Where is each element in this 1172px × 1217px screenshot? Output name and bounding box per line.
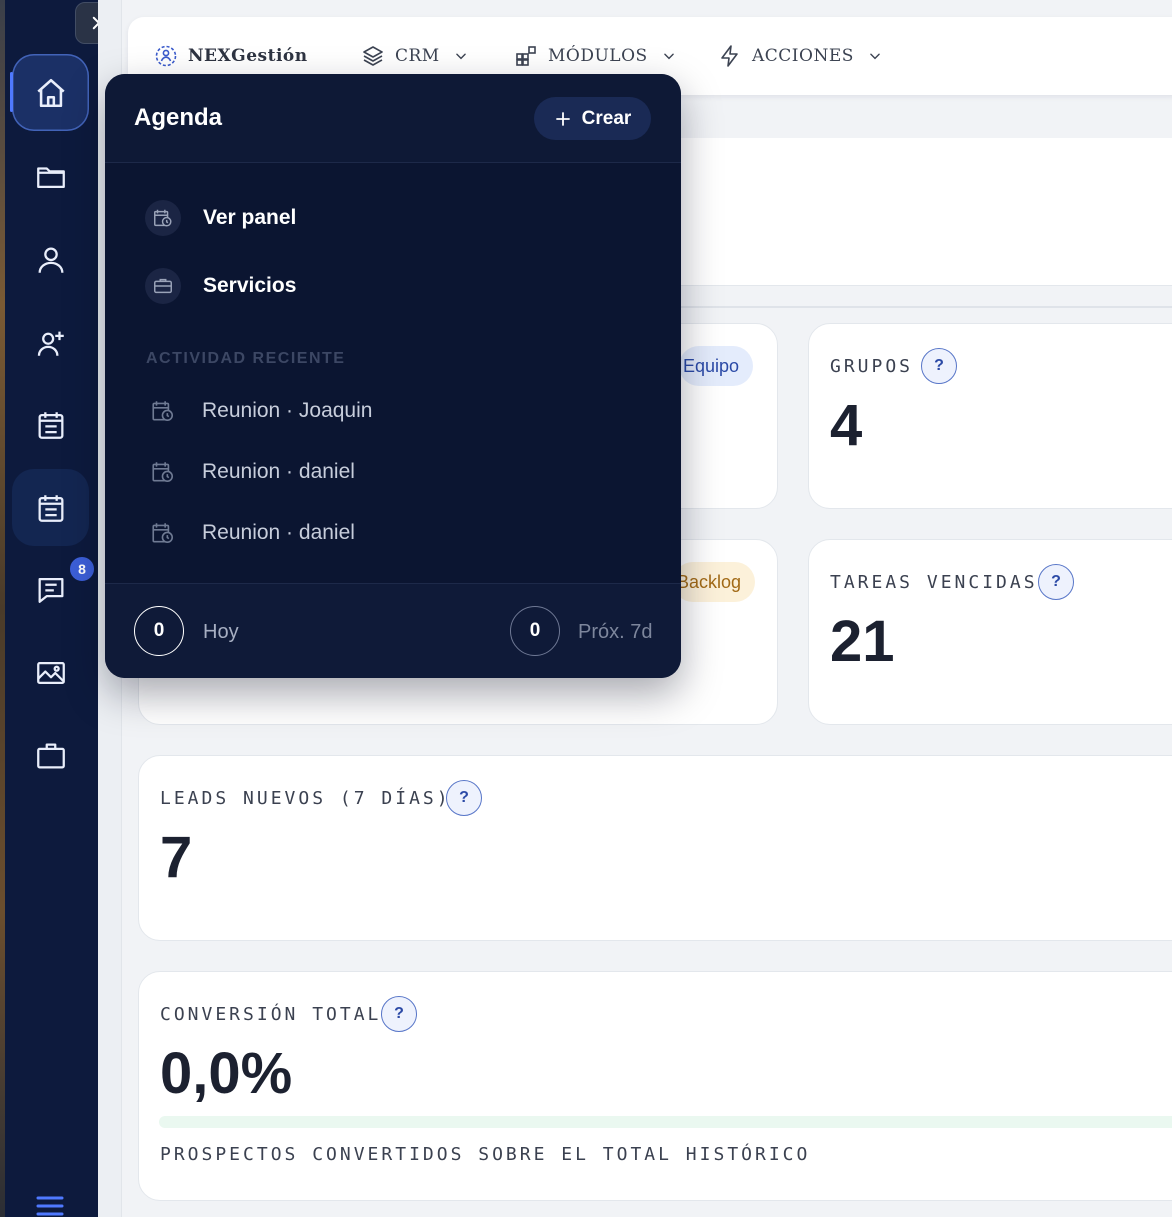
layers-icon — [363, 46, 383, 66]
crear-button[interactable]: Crear — [534, 97, 651, 140]
agenda-title: Agenda — [134, 104, 223, 131]
today-count: 0 — [134, 606, 184, 656]
briefcase-icon — [145, 268, 181, 304]
chip-backlog[interactable]: Backlog — [673, 562, 756, 602]
conversion-help-button[interactable]: ? — [381, 996, 417, 1032]
servicios-link[interactable]: Servicios — [145, 266, 296, 306]
grupos-value: 4 — [830, 393, 863, 458]
calendar-icon — [38, 494, 63, 522]
conversion-progress-bar — [159, 1116, 1172, 1128]
sidebar-item-add-user[interactable] — [12, 304, 89, 381]
chevron-down-icon — [663, 53, 674, 60]
sidebar: 8 — [5, 0, 98, 1217]
home-icon — [36, 78, 65, 107]
message-icon — [38, 577, 63, 603]
brand-logo-icon — [155, 45, 177, 67]
grupos-help-button[interactable]: ? — [921, 348, 957, 384]
today-label: Hoy — [203, 621, 239, 643]
chevron-down-icon — [870, 53, 880, 60]
sidebar-item-folder[interactable] — [12, 138, 89, 215]
leads-nuevos-card: LEADS NUEVOS (7 DÍAS) ? 7 — [138, 755, 1172, 941]
leads-nuevos-value: 7 — [160, 825, 193, 890]
chip-equipo[interactable]: Equipo — [679, 346, 754, 386]
user-icon — [38, 247, 63, 273]
tareas-vencidas-label: TAREAS VENCIDAS — [830, 572, 1038, 593]
calendar-clock-icon — [145, 200, 181, 236]
sidebar-item-agenda[interactable] — [12, 469, 89, 546]
chevron-down-icon — [455, 53, 466, 60]
ver-panel-label: Ver panel — [203, 206, 297, 229]
leads-nuevos-label: LEADS NUEVOS (7 DÍAS) — [160, 788, 451, 809]
sidebar-menu-button[interactable] — [35, 1193, 65, 1217]
tareas-vencidas-value: 21 — [830, 609, 895, 674]
plus-icon — [555, 111, 570, 126]
agenda-popover: Agenda Crear Ver panel Servicios ACTIVID… — [105, 74, 681, 678]
folder-icon — [36, 166, 65, 188]
tareas-vencidas-card: TAREAS VENCIDAS ? 21 — [808, 539, 1172, 725]
header-panel — [680, 138, 1172, 286]
image-icon — [36, 661, 65, 684]
conversion-caption: PROSPECTOS CONVERTIDOS SOBRE EL TOTAL HI… — [160, 1144, 811, 1165]
crear-label: Crear — [581, 107, 632, 129]
recent-activity-item[interactable]: Reunion · daniel — [150, 518, 355, 548]
recent-activity-item[interactable]: Reunion · daniel — [150, 457, 355, 487]
recent-activity-item[interactable]: Reunion · Joaquin — [150, 396, 372, 426]
recent-activity-label: Reunion · Joaquin — [202, 399, 373, 422]
sidebar-item-gallery[interactable] — [12, 634, 89, 711]
next-7-days-label: Próx. 7d — [578, 621, 653, 643]
section-divider — [680, 306, 1172, 308]
calendar-icon — [38, 411, 63, 439]
ver-panel-link[interactable]: Ver panel — [145, 198, 296, 238]
menu-acciones[interactable]: ACCIONES — [718, 17, 882, 95]
sidebar-item-calendar[interactable] — [12, 386, 89, 463]
grupos-label: GRUPOS — [830, 356, 914, 377]
agenda-popover-footer: 0 Hoy 0 Próx. 7d — [105, 583, 681, 678]
conversion-value: 0,0% — [160, 1041, 293, 1106]
calendar-clock-icon — [152, 523, 174, 544]
recent-activity-label: Reunion · daniel — [202, 521, 355, 544]
menu-modulos-label: MÓDULOS — [548, 46, 648, 66]
menu-acciones-label: ACCIONES — [752, 46, 854, 66]
calendar-clock-icon — [152, 401, 174, 422]
recent-activity-label: Reunion · daniel — [202, 460, 355, 483]
sidebar-item-briefcase[interactable] — [12, 717, 89, 794]
brand-name: NEXGestión — [188, 46, 308, 66]
briefcase-icon — [36, 743, 65, 768]
grupos-card: GRUPOS ? 4 — [808, 323, 1172, 509]
bolt-icon — [721, 45, 738, 67]
calendar-clock-icon — [152, 462, 174, 483]
unread-badge: 8 — [68, 555, 96, 583]
tareas-vencidas-help-button[interactable]: ? — [1038, 564, 1074, 600]
hamburger-icon — [36, 1196, 64, 1216]
servicios-label: Servicios — [203, 274, 297, 297]
sidebar-item-messages[interactable]: 8 — [12, 550, 96, 627]
conversion-card: CONVERSIÓN TOTAL ? 0,0% PROSPECTOS CONVE… — [138, 971, 1172, 1201]
leads-nuevos-help-button[interactable]: ? — [446, 780, 482, 816]
next-7-days-count: 0 — [510, 606, 560, 656]
grid-plus-icon — [516, 46, 536, 66]
agenda-popover-header: Agenda Crear — [105, 74, 681, 163]
menu-crm-label: CRM — [395, 46, 440, 66]
sidebar-item-home[interactable] — [10, 54, 89, 131]
recent-activity-heading: ACTIVIDAD RECIENTE — [146, 350, 346, 367]
sidebar-item-user[interactable] — [12, 221, 89, 298]
conversion-label: CONVERSIÓN TOTAL — [160, 1004, 382, 1025]
user-plus-icon — [37, 331, 64, 356]
